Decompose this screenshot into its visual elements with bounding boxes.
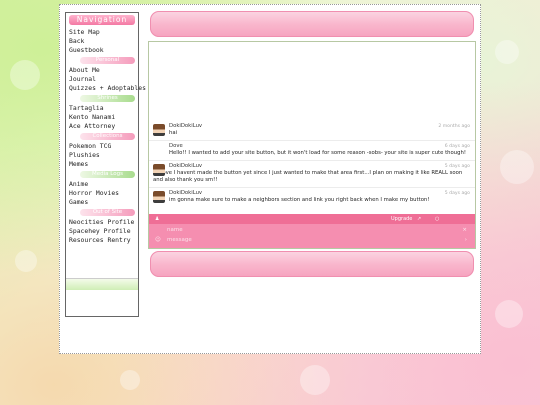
nav-link-anime[interactable]: Anime bbox=[66, 180, 138, 189]
nav-link-about-me[interactable]: About Me bbox=[66, 66, 138, 75]
bokeh-decoration bbox=[10, 60, 40, 90]
nav-link-quizzes[interactable]: Quizzes + Adoptables bbox=[66, 84, 146, 93]
options-icon[interactable]: ○ bbox=[435, 214, 439, 224]
chat-message: DokiDokiLuv 5 days ago @Dove I havent ma… bbox=[149, 161, 475, 188]
nav-link-guestbook[interactable]: Guestbook bbox=[66, 46, 138, 55]
nav-link-resources-rentry[interactable]: Resources Rentry bbox=[66, 236, 138, 245]
user-icon[interactable]: ♟ bbox=[155, 214, 159, 224]
send-icon[interactable]: › bbox=[465, 237, 467, 243]
section-header-shrines: Shrines bbox=[80, 95, 135, 102]
header-banner bbox=[150, 11, 474, 37]
avatar bbox=[153, 164, 165, 176]
section-header-collections: Collections bbox=[80, 133, 135, 140]
page-container: Navigation Site Map Back Guestbook Perso… bbox=[59, 4, 481, 354]
nav-link-site-map[interactable]: Site Map bbox=[66, 28, 138, 37]
message-author[interactable]: DokiDokiLuv bbox=[169, 163, 471, 170]
chat-messages: DokiDokiLuv 2 months ago hai Dove 6 days… bbox=[149, 121, 475, 207]
section-header-personal: Personal bbox=[80, 57, 135, 64]
nav-link-kento-nanami[interactable]: Kento Nanami bbox=[66, 113, 138, 122]
nav-link-tartaglia[interactable]: Tartaglia bbox=[66, 104, 138, 113]
sidebar-navigation: Navigation Site Map Back Guestbook Perso… bbox=[65, 12, 146, 317]
message-body: Hello!! I wanted to add your site button… bbox=[169, 150, 466, 156]
nav-link-memes[interactable]: Memes bbox=[66, 160, 138, 169]
bokeh-decoration bbox=[15, 250, 37, 272]
nav-title: Navigation bbox=[69, 15, 135, 25]
chat-form: name × ☺ message › bbox=[149, 224, 475, 248]
nav-link-journal[interactable]: Journal bbox=[66, 75, 138, 84]
message-time: 6 days ago bbox=[444, 144, 470, 149]
message-input[interactable]: message bbox=[167, 237, 457, 244]
external-link-icon[interactable]: ↗ bbox=[417, 214, 421, 224]
sidebar-footer-bar bbox=[66, 278, 138, 290]
bokeh-decoration bbox=[500, 150, 534, 184]
message-time: 5 days ago bbox=[444, 191, 470, 196]
section-header-out-of-site: Out of Site bbox=[80, 209, 135, 216]
chat-message: DokiDokiLuv 2 months ago hai bbox=[149, 121, 475, 141]
message-body: im gonna make sure to make a neighbors s… bbox=[169, 197, 430, 203]
message-author[interactable]: DokiDokiLuv bbox=[169, 190, 471, 197]
nav-link-pokemon-tcg[interactable]: Pokemon TCG bbox=[66, 142, 138, 151]
close-icon[interactable]: × bbox=[462, 227, 467, 233]
chat-message: Dove 6 days ago Hello!! I wanted to add … bbox=[149, 141, 475, 161]
section-header-media-logs: Media Logs bbox=[80, 171, 135, 178]
bokeh-decoration bbox=[495, 300, 523, 328]
nav-link-games[interactable]: Games bbox=[66, 198, 138, 207]
upgrade-link[interactable]: Upgrade bbox=[391, 214, 412, 224]
footer-banner bbox=[150, 251, 474, 277]
avatar bbox=[153, 191, 165, 203]
nav-link-horror-movies[interactable]: Horror Movies bbox=[66, 189, 138, 198]
message-body: @Dove I havent made the button yet since… bbox=[153, 170, 463, 183]
nav-link-spacehey-profile[interactable]: Spacehey Profile bbox=[66, 227, 138, 236]
nav-link-plushies[interactable]: Plushies bbox=[66, 151, 138, 160]
main-content-box: DokiDokiLuv 2 months ago hai Dove 6 days… bbox=[148, 41, 476, 249]
bokeh-decoration bbox=[120, 370, 140, 390]
message-author[interactable]: DokiDokiLuv bbox=[169, 123, 471, 130]
bokeh-decoration bbox=[495, 40, 519, 64]
name-input[interactable]: name bbox=[167, 227, 457, 234]
nav-link-ace-attorney[interactable]: Ace Attorney bbox=[66, 122, 138, 131]
bokeh-decoration bbox=[300, 365, 330, 395]
avatar bbox=[153, 124, 165, 136]
message-time: 2 months ago bbox=[438, 124, 470, 129]
message-body: hai bbox=[169, 130, 178, 136]
message-author[interactable]: Dove bbox=[169, 143, 471, 150]
chat-message: DokiDokiLuv 5 days ago im gonna make sur… bbox=[149, 188, 475, 207]
smiley-icon[interactable]: ☺ bbox=[155, 237, 161, 243]
chat-toolbar: ♟ Upgrade ↗ ○ bbox=[149, 214, 475, 224]
nav-link-back[interactable]: Back bbox=[66, 37, 138, 46]
message-time: 5 days ago bbox=[444, 164, 470, 169]
nav-link-neocities-profile[interactable]: Neocities Profile bbox=[66, 218, 138, 227]
